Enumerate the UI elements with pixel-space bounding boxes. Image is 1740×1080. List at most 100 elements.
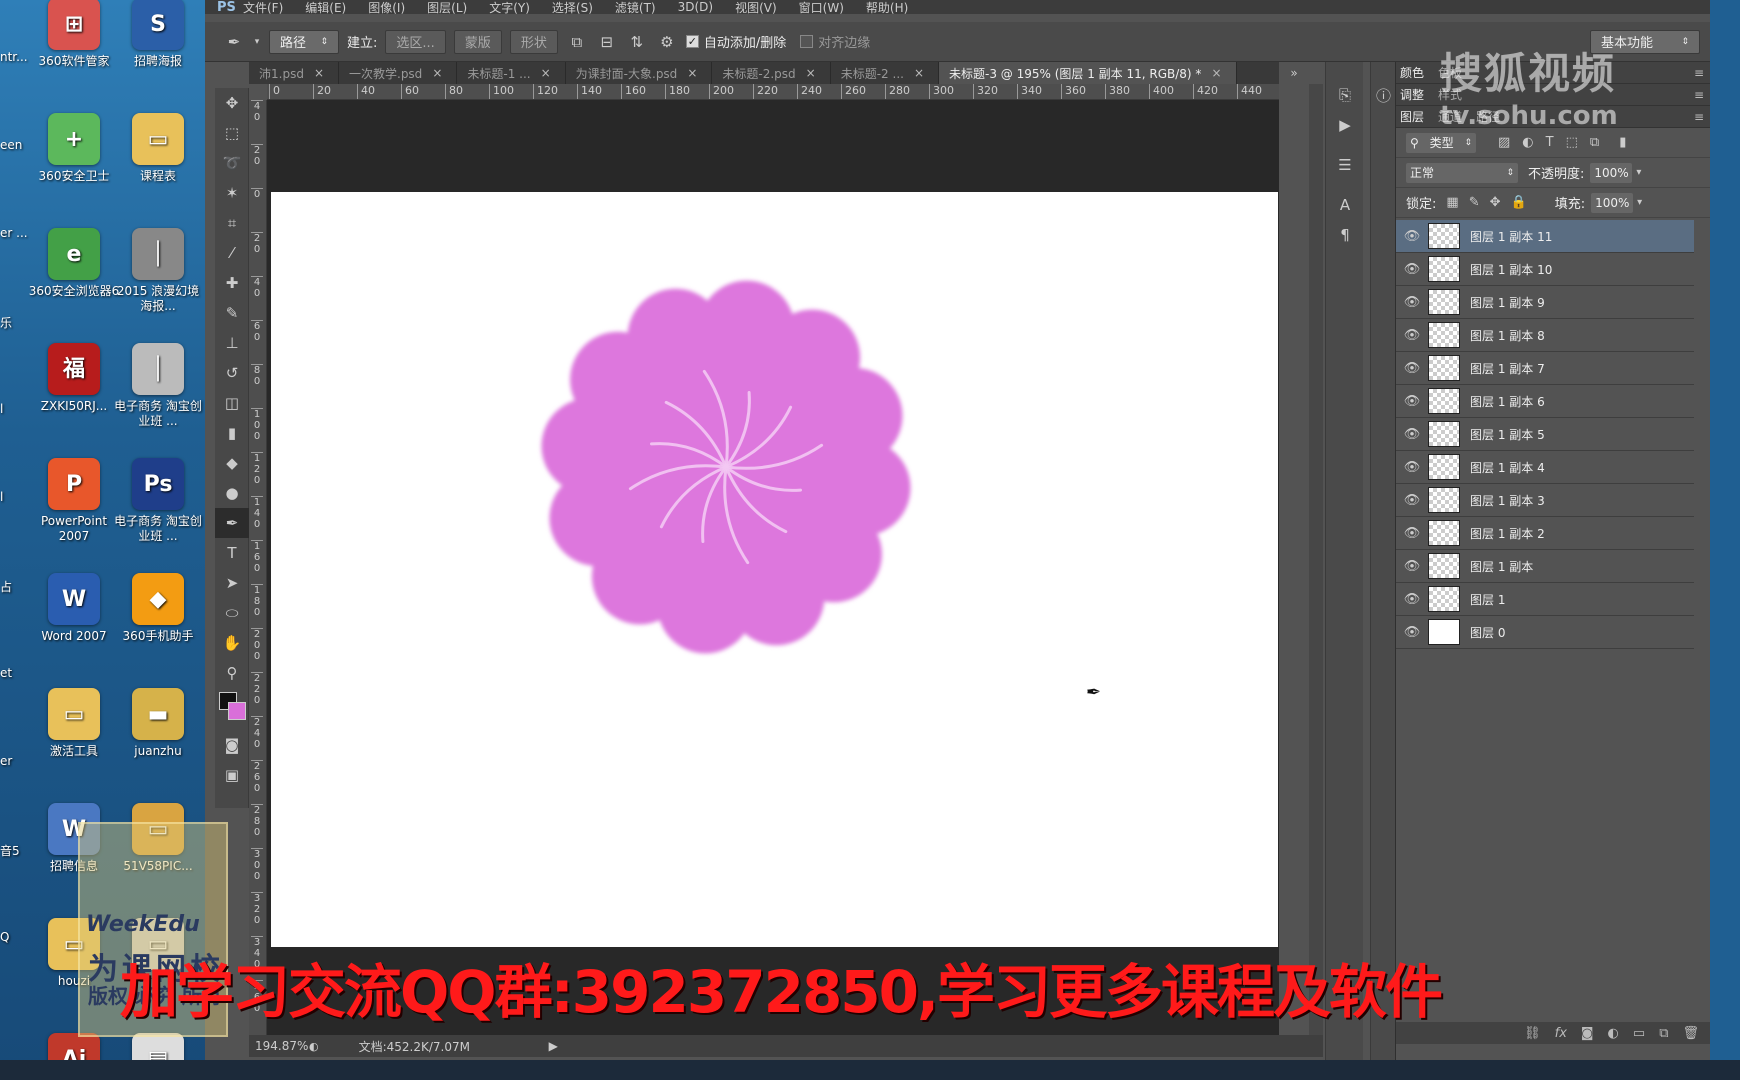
properties-panel-icon[interactable]: ☰ (1326, 150, 1364, 180)
eye-icon[interactable]: 👁 (1396, 262, 1428, 277)
dodge-tool-icon[interactable]: ● (215, 478, 249, 508)
menu-layer[interactable]: 图层(L) (427, 0, 467, 15)
path-arrangement-icon[interactable]: ⇅ (626, 31, 648, 53)
actions-panel-icon[interactable]: ▶ (1326, 110, 1364, 140)
close-icon[interactable]: × (1211, 66, 1221, 80)
path-mode-select[interactable]: 路径 ⇕ (269, 29, 339, 54)
screen-mode-icon[interactable]: ▣ (215, 760, 249, 790)
new-layer-icon[interactable]: ⧉ (1659, 1026, 1668, 1041)
layer-row[interactable]: 👁 图层 1 副本 10 (1396, 253, 1694, 286)
tab-layers[interactable]: 图层 (1400, 108, 1424, 125)
document-tab[interactable]: 为课封面-大象.psd × (566, 62, 713, 84)
eye-icon[interactable]: 👁 (1396, 625, 1428, 640)
paragraph-panel-icon[interactable]: ¶ (1326, 220, 1364, 250)
layer-row[interactable]: 👁 图层 1 副本 3 (1396, 484, 1694, 517)
menu-type[interactable]: 文字(Y) (489, 0, 530, 15)
document-canvas[interactable]: ✒ (271, 192, 1278, 947)
pen-tool-icon[interactable]: ✒ (215, 508, 249, 538)
make-selection-button[interactable]: 选区... (385, 29, 446, 54)
layer-row[interactable]: 👁 图层 1 副本 6 (1396, 385, 1694, 418)
adjustment-icon[interactable]: ◐ (1608, 1026, 1619, 1041)
desktop-icon[interactable]: ◆ 360手机助手 (112, 573, 204, 644)
character-panel-icon[interactable]: A (1326, 190, 1364, 220)
healing-brush-tool-icon[interactable]: ✚ (215, 268, 249, 298)
make-mask-button[interactable]: 蒙版 (453, 29, 502, 54)
eye-icon[interactable]: 👁 (1396, 229, 1428, 244)
desktop-icon[interactable]: ▬ juanzhu (112, 688, 204, 759)
chevron-down-icon[interactable]: ▾ (253, 31, 261, 53)
eye-icon[interactable]: 👁 (1396, 526, 1428, 541)
fill-input[interactable]: 100% (1591, 192, 1634, 213)
chevron-down-icon[interactable]: ▾ (1637, 197, 1642, 208)
menu-window[interactable]: 窗口(W) (799, 0, 844, 15)
close-icon[interactable]: × (432, 66, 442, 80)
link-icon[interactable]: ⛓ (1524, 1026, 1541, 1041)
layer-row[interactable]: 👁 图层 1 (1396, 583, 1694, 616)
trash-icon[interactable]: 🗑 (1682, 1026, 1699, 1041)
menu-select[interactable]: 选择(S) (552, 0, 593, 15)
eye-icon[interactable]: 👁 (1396, 361, 1428, 376)
fx-icon[interactable]: fx (1555, 1026, 1567, 1041)
desktop-icon[interactable]: e 360安全浏览器6 (28, 228, 120, 299)
desktop-icon[interactable]: Ps 电子商务 淘宝创业班 ... (112, 458, 204, 544)
path-selection-tool-icon[interactable]: ➤ (215, 568, 249, 598)
color-swatches[interactable] (215, 688, 249, 730)
opacity-input[interactable]: 100% (1590, 162, 1633, 183)
lasso-tool-icon[interactable]: ➰ (215, 148, 249, 178)
lock-position-icon[interactable]: ✥ (1490, 195, 1501, 210)
path-operations-icon[interactable]: ⧉ (566, 31, 588, 53)
menu-filter[interactable]: 滤镜(T) (615, 0, 656, 15)
eye-icon[interactable]: 👁 (1396, 427, 1428, 442)
layer-row[interactable]: 👁 图层 1 副本 5 (1396, 418, 1694, 451)
gradient-tool-icon[interactable]: ▮ (215, 418, 249, 448)
close-icon[interactable]: × (914, 66, 924, 80)
lock-all-icon[interactable]: 🔒 (1511, 195, 1527, 210)
desktop-icon[interactable]: W Word 2007 (28, 573, 120, 644)
pen-tool-preset-icon[interactable]: ✒ (223, 31, 245, 53)
blur-tool-icon[interactable]: ◆ (215, 448, 249, 478)
menu-view[interactable]: 视图(V) (735, 0, 777, 15)
history-brush-tool-icon[interactable]: ↺ (215, 358, 249, 388)
document-tab[interactable]: 未标题-1 ... × (457, 62, 566, 84)
eye-icon[interactable]: 👁 (1396, 592, 1428, 607)
tabs-overflow-icon[interactable]: » (1279, 62, 1309, 84)
close-icon[interactable]: × (314, 66, 324, 80)
eye-icon[interactable]: 👁 (1396, 328, 1428, 343)
eye-icon[interactable]: 👁 (1396, 460, 1428, 475)
make-shape-button[interactable]: 形状 (509, 29, 558, 54)
menu-file[interactable]: 文件(F) (243, 0, 283, 15)
zoom-tool-icon[interactable]: ⚲ (215, 658, 249, 688)
layer-row[interactable]: 👁 图层 1 副本 4 (1396, 451, 1694, 484)
folder-icon[interactable]: ▭ (1633, 1026, 1645, 1041)
document-tab[interactable]: 未标题-2 ... × (831, 62, 940, 84)
layer-row[interactable]: 👁 图层 1 副本 9 (1396, 286, 1694, 319)
menu-edit[interactable]: 编辑(E) (305, 0, 346, 15)
layer-row[interactable]: 👁 图层 1 副本 8 (1396, 319, 1694, 352)
layer-row[interactable]: 👁 图层 1 副本 (1396, 550, 1694, 583)
status-menu-arrow-icon[interactable]: ▶ (549, 1039, 558, 1053)
desktop-icon[interactable]: │ 电子商务 淘宝创业班 ... (112, 343, 204, 429)
eyedropper-tool-icon[interactable]: ⁄ (215, 238, 249, 268)
menu-help[interactable]: 帮助(H) (866, 0, 908, 15)
desktop-icon[interactable]: P PowerPoint 2007 (28, 458, 120, 544)
magic-wand-tool-icon[interactable]: ✶ (215, 178, 249, 208)
ellipse-tool-icon[interactable]: ⬭ (215, 598, 249, 628)
history-panel-icon[interactable]: ⎘ (1326, 80, 1364, 110)
quick-mask-icon[interactable]: ◙ (215, 730, 249, 760)
auto-add-delete-checkbox[interactable]: ✓ (685, 35, 699, 48)
layer-row[interactable]: 👁 图层 1 副本 11 (1396, 220, 1694, 253)
lock-pixels-icon[interactable]: ✎ (1469, 195, 1480, 210)
marquee-tool-icon[interactable]: ⬚ (215, 118, 249, 148)
close-icon[interactable]: × (687, 66, 697, 80)
vertical-scrollbar[interactable] (1309, 84, 1323, 1035)
layer-row[interactable]: 👁 图层 1 副本 2 (1396, 517, 1694, 550)
layer-row[interactable]: 👁 图层 1 副本 7 (1396, 352, 1694, 385)
info-panel-icon[interactable]: ⓘ (1371, 80, 1396, 110)
desktop-icon[interactable]: ▭ 课程表 (112, 113, 204, 184)
align-edges-checkbox[interactable] (800, 35, 814, 48)
tab-color[interactable]: 颜色 (1400, 64, 1424, 81)
menu-image[interactable]: 图像(I) (368, 0, 405, 15)
eye-icon[interactable]: 👁 (1396, 493, 1428, 508)
lock-transparent-icon[interactable]: ▦ (1446, 195, 1458, 210)
canvas-workspace[interactable]: ✒ (267, 100, 1279, 1035)
